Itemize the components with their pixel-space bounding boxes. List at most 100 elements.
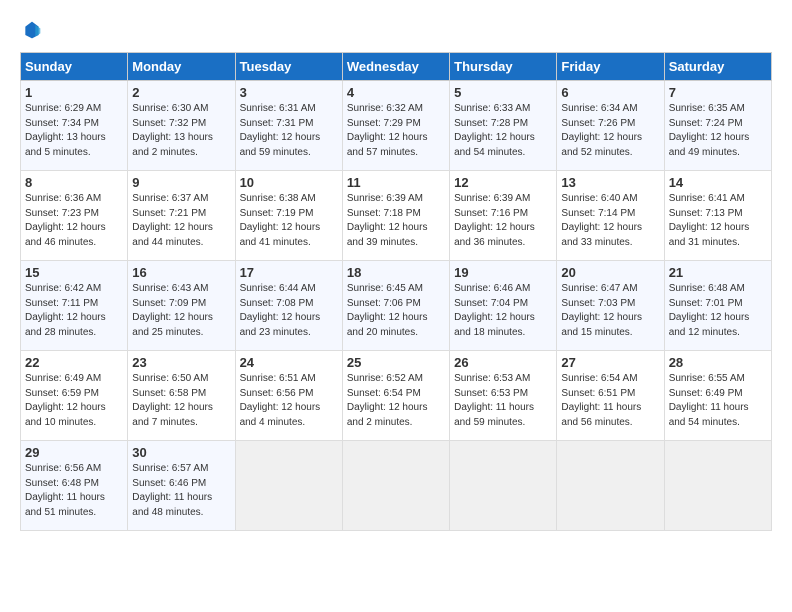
day-detail: Sunrise: 6:45 AMSunset: 7:06 PMDaylight:… [347, 283, 428, 338]
day-detail: Sunrise: 6:38 AMSunset: 7:19 PMDaylight:… [240, 193, 321, 248]
calendar-cell: 10 Sunrise: 6:38 AMSunset: 7:19 PMDayligh… [235, 171, 342, 261]
day-number: 4 [347, 85, 445, 100]
day-number: 11 [347, 175, 445, 190]
logo [20, 20, 42, 36]
calendar-cell: 13 Sunrise: 6:40 AMSunset: 7:14 PMDayligh… [557, 171, 664, 261]
day-number: 25 [347, 355, 445, 370]
day-number: 7 [669, 85, 767, 100]
day-number: 18 [347, 265, 445, 280]
day-detail: Sunrise: 6:39 AMSunset: 7:16 PMDaylight:… [454, 193, 535, 248]
day-detail: Sunrise: 6:49 AMSunset: 6:59 PMDaylight:… [25, 373, 106, 428]
day-number: 9 [132, 175, 230, 190]
day-number: 23 [132, 355, 230, 370]
day-detail: Sunrise: 6:41 AMSunset: 7:13 PMDaylight:… [669, 193, 750, 248]
day-detail: Sunrise: 6:48 AMSunset: 7:01 PMDaylight:… [669, 283, 750, 338]
day-number: 6 [561, 85, 659, 100]
day-detail: Sunrise: 6:30 AMSunset: 7:32 PMDaylight:… [132, 103, 213, 158]
day-number: 14 [669, 175, 767, 190]
day-number: 30 [132, 445, 230, 460]
day-detail: Sunrise: 6:42 AMSunset: 7:11 PMDaylight:… [25, 283, 106, 338]
day-detail: Sunrise: 6:39 AMSunset: 7:18 PMDaylight:… [347, 193, 428, 248]
calendar-cell: 6 Sunrise: 6:34 AMSunset: 7:26 PMDaylight… [557, 81, 664, 171]
calendar-cell: 4Sunrise: 6:32 AMSunset: 7:29 PMDaylight… [342, 81, 449, 171]
day-detail: Sunrise: 6:37 AMSunset: 7:21 PMDaylight:… [132, 193, 213, 248]
calendar-cell: 14 Sunrise: 6:41 AMSunset: 7:13 PMDayligh… [664, 171, 771, 261]
calendar-cell: 23 Sunrise: 6:50 AMSunset: 6:58 PMDayligh… [128, 351, 235, 441]
day-detail: Sunrise: 6:31 AMSunset: 7:31 PMDaylight:… [240, 103, 321, 158]
day-number: 22 [25, 355, 123, 370]
header-monday: Monday [128, 53, 235, 81]
calendar-cell: 15 Sunrise: 6:42 AMSunset: 7:11 PMDayligh… [21, 261, 128, 351]
header-friday: Friday [557, 53, 664, 81]
calendar-table: SundayMondayTuesdayWednesdayThursdayFrid… [20, 52, 772, 531]
day-detail: Sunrise: 6:40 AMSunset: 7:14 PMDaylight:… [561, 193, 642, 248]
day-detail: Sunrise: 6:36 AMSunset: 7:23 PMDaylight:… [25, 193, 106, 248]
day-number: 12 [454, 175, 552, 190]
calendar-cell: 21 Sunrise: 6:48 AMSunset: 7:01 PMDayligh… [664, 261, 771, 351]
day-number: 16 [132, 265, 230, 280]
calendar-cell: 2 Sunrise: 6:30 AMSunset: 7:32 PMDaylight… [128, 81, 235, 171]
calendar-cell: 18 Sunrise: 6:45 AMSunset: 7:06 PMDayligh… [342, 261, 449, 351]
calendar-cell: 7 Sunrise: 6:35 AMSunset: 7:24 PMDaylight… [664, 81, 771, 171]
header-wednesday: Wednesday [342, 53, 449, 81]
day-number: 17 [240, 265, 338, 280]
calendar-week-2: 15 Sunrise: 6:42 AMSunset: 7:11 PMDayligh… [21, 261, 772, 351]
day-detail: Sunrise: 6:52 AMSunset: 6:54 PMDaylight:… [347, 373, 428, 428]
day-number: 20 [561, 265, 659, 280]
day-number: 8 [25, 175, 123, 190]
calendar-cell: 11 Sunrise: 6:39 AMSunset: 7:18 PMDayligh… [342, 171, 449, 261]
calendar-cell: 25 Sunrise: 6:52 AMSunset: 6:54 PMDayligh… [342, 351, 449, 441]
day-detail: Sunrise: 6:55 AMSunset: 6:49 PMDaylight:… [669, 373, 749, 428]
day-number: 3 [240, 85, 338, 100]
logo-icon [22, 20, 42, 40]
day-number: 28 [669, 355, 767, 370]
day-number: 24 [240, 355, 338, 370]
calendar-week-3: 22 Sunrise: 6:49 AMSunset: 6:59 PMDayligh… [21, 351, 772, 441]
calendar-cell: 17 Sunrise: 6:44 AMSunset: 7:08 PMDayligh… [235, 261, 342, 351]
day-detail: Sunrise: 6:34 AMSunset: 7:26 PMDaylight:… [561, 103, 642, 158]
calendar-cell: 5 Sunrise: 6:33 AMSunset: 7:28 PMDaylight… [450, 81, 557, 171]
day-detail: Sunrise: 6:43 AMSunset: 7:09 PMDaylight:… [132, 283, 213, 338]
calendar-cell: 3 Sunrise: 6:31 AMSunset: 7:31 PMDaylight… [235, 81, 342, 171]
header-sunday: Sunday [21, 53, 128, 81]
day-detail: Sunrise: 6:29 AMSunset: 7:34 PMDaylight:… [25, 103, 106, 158]
day-number: 19 [454, 265, 552, 280]
calendar-cell: 27Sunrise: 6:54 AMSunset: 6:51 PMDayligh… [557, 351, 664, 441]
day-number: 26 [454, 355, 552, 370]
calendar-cell [450, 441, 557, 531]
calendar-cell: 12 Sunrise: 6:39 AMSunset: 7:16 PMDayligh… [450, 171, 557, 261]
calendar-cell: 9 Sunrise: 6:37 AMSunset: 7:21 PMDaylight… [128, 171, 235, 261]
calendar-cell: 24Sunrise: 6:51 AMSunset: 6:56 PMDayligh… [235, 351, 342, 441]
day-detail: Sunrise: 6:33 AMSunset: 7:28 PMDaylight:… [454, 103, 535, 158]
day-detail: Sunrise: 6:56 AMSunset: 6:48 PMDaylight:… [25, 463, 105, 518]
day-number: 10 [240, 175, 338, 190]
calendar-week-4: 29 Sunrise: 6:56 AMSunset: 6:48 PMDayligh… [21, 441, 772, 531]
day-number: 21 [669, 265, 767, 280]
day-number: 1 [25, 85, 123, 100]
day-detail: Sunrise: 6:35 AMSunset: 7:24 PMDaylight:… [669, 103, 750, 158]
day-detail: Sunrise: 6:50 AMSunset: 6:58 PMDaylight:… [132, 373, 213, 428]
day-number: 15 [25, 265, 123, 280]
day-number: 2 [132, 85, 230, 100]
day-detail: Sunrise: 6:46 AMSunset: 7:04 PMDaylight:… [454, 283, 535, 338]
header-tuesday: Tuesday [235, 53, 342, 81]
calendar-header-row: SundayMondayTuesdayWednesdayThursdayFrid… [21, 53, 772, 81]
calendar-cell: 26 Sunrise: 6:53 AMSunset: 6:53 PMDayligh… [450, 351, 557, 441]
calendar-cell: 19 Sunrise: 6:46 AMSunset: 7:04 PMDayligh… [450, 261, 557, 351]
day-detail: Sunrise: 6:44 AMSunset: 7:08 PMDaylight:… [240, 283, 321, 338]
day-detail: Sunrise: 6:53 AMSunset: 6:53 PMDaylight:… [454, 373, 534, 428]
calendar-cell [235, 441, 342, 531]
day-number: 29 [25, 445, 123, 460]
calendar-cell: 30Sunrise: 6:57 AMSunset: 6:46 PMDayligh… [128, 441, 235, 531]
calendar-cell: 29 Sunrise: 6:56 AMSunset: 6:48 PMDayligh… [21, 441, 128, 531]
day-detail: Sunrise: 6:54 AMSunset: 6:51 PMDaylight:… [561, 373, 641, 428]
calendar-week-1: 8 Sunrise: 6:36 AMSunset: 7:23 PMDaylight… [21, 171, 772, 261]
calendar-cell: 16 Sunrise: 6:43 AMSunset: 7:09 PMDayligh… [128, 261, 235, 351]
calendar-cell [342, 441, 449, 531]
day-detail: Sunrise: 6:47 AMSunset: 7:03 PMDaylight:… [561, 283, 642, 338]
day-number: 13 [561, 175, 659, 190]
calendar-cell: 28 Sunrise: 6:55 AMSunset: 6:49 PMDayligh… [664, 351, 771, 441]
day-number: 5 [454, 85, 552, 100]
header-thursday: Thursday [450, 53, 557, 81]
calendar-cell [664, 441, 771, 531]
